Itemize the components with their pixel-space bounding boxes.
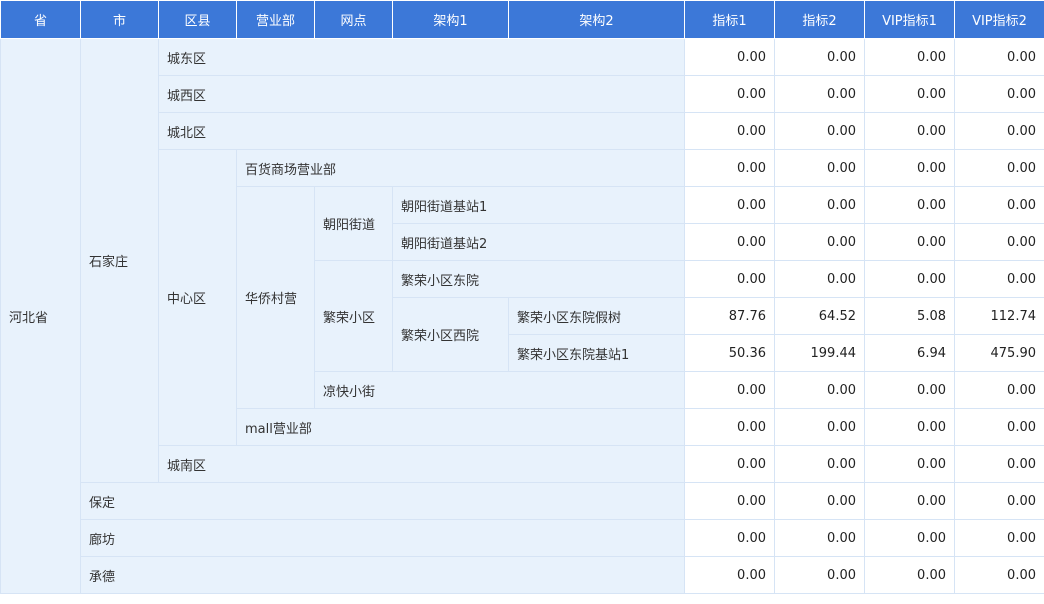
header-dept[interactable]: 营业部: [236, 0, 315, 39]
cell-vip-metric2: 0.00: [954, 371, 1044, 409]
cell-metric1: 0.00: [684, 38, 775, 76]
cell-metric2: 0.00: [774, 186, 865, 224]
cell-district-chengbei: 城北区: [158, 112, 685, 150]
cell-vip-metric1: 0.00: [864, 519, 955, 557]
cell-outlet-chaoyang: 朝阳街道: [314, 186, 393, 261]
cell-vip-metric1: 0.00: [864, 75, 955, 113]
cell-metric2: 0.00: [774, 482, 865, 520]
cell-outlet-fanrong: 繁荣小区: [314, 260, 393, 372]
cell-vip-metric2: 0.00: [954, 445, 1044, 483]
cell-metric2: 0.00: [774, 75, 865, 113]
cell-vip-metric2: 112.74: [954, 297, 1044, 335]
header-vip-metric1[interactable]: VIP指标1: [864, 0, 955, 39]
cell-metric2: 0.00: [774, 408, 865, 446]
cell-vip-metric2: 0.00: [954, 408, 1044, 446]
cell-metric1: 0.00: [684, 408, 775, 446]
cell-vip-metric1: 0.00: [864, 112, 955, 150]
cell-metric1: 50.36: [684, 334, 775, 372]
cell-metric1: 0.00: [684, 371, 775, 409]
cell-vip-metric2: 0.00: [954, 38, 1044, 76]
cell-vip-metric2: 0.00: [954, 260, 1044, 298]
cell-metric1: 0.00: [684, 519, 775, 557]
cell-metric2: 0.00: [774, 223, 865, 261]
header-province[interactable]: 省: [0, 0, 81, 39]
table-row: 保定 0.00 0.00 0.00 0.00: [1, 482, 1044, 520]
cell-district-chengxi: 城西区: [158, 75, 685, 113]
header-metric1[interactable]: 指标1: [684, 0, 775, 39]
cell-vip-metric2: 0.00: [954, 112, 1044, 150]
cell-vip-metric2: 475.90: [954, 334, 1044, 372]
header-arch2[interactable]: 架构2: [508, 0, 685, 39]
header-district[interactable]: 区县: [158, 0, 237, 39]
cell-arch1-fanrong-dong: 繁荣小区东院: [392, 260, 685, 298]
cell-vip-metric1: 0.00: [864, 408, 955, 446]
cell-arch2-jizhan1: 繁荣小区东院基站1: [508, 334, 685, 372]
cell-vip-metric2: 0.00: [954, 223, 1044, 261]
table-row: 廊坊 0.00 0.00 0.00 0.00: [1, 519, 1044, 557]
cell-vip-metric1: 0.00: [864, 186, 955, 224]
header-city[interactable]: 市: [80, 0, 159, 39]
cell-metric2: 0.00: [774, 38, 865, 76]
report-table: 省 市 区县 营业部 网点 架构1 架构2 指标1 指标2 VIP指标1 VIP…: [0, 0, 1044, 594]
cell-city-chengde: 承德: [80, 556, 685, 594]
cell-vip-metric2: 0.00: [954, 75, 1044, 113]
cell-vip-metric1: 0.00: [864, 149, 955, 187]
header-vip-metric2[interactable]: VIP指标2: [954, 0, 1044, 39]
cell-metric1: 0.00: [684, 149, 775, 187]
header-row: 省 市 区县 营业部 网点 架构1 架构2 指标1 指标2 VIP指标1 VIP…: [0, 0, 1044, 39]
cell-city-langfang: 廊坊: [80, 519, 685, 557]
cell-metric1: 0.00: [684, 482, 775, 520]
cell-metric2: 0.00: [774, 445, 865, 483]
cell-metric1: 0.00: [684, 75, 775, 113]
cell-metric1: 0.00: [684, 112, 775, 150]
cell-vip-metric1: 0.00: [864, 223, 955, 261]
cell-metric2: 0.00: [774, 112, 865, 150]
cell-metric1: 0.00: [684, 556, 775, 594]
cell-vip-metric1: 0.00: [864, 556, 955, 594]
cell-outlet-liangkuai: 凉快小街: [314, 371, 685, 409]
cell-vip-metric2: 0.00: [954, 556, 1044, 594]
cell-arch1-chaoyang-1: 朝阳街道基站1: [392, 186, 685, 224]
header-metric2[interactable]: 指标2: [774, 0, 865, 39]
header-outlet[interactable]: 网点: [314, 0, 393, 39]
cell-vip-metric1: 0.00: [864, 482, 955, 520]
cell-province-hebei: 河北省: [0, 38, 81, 594]
cell-vip-metric2: 0.00: [954, 149, 1044, 187]
cell-metric1: 0.00: [684, 445, 775, 483]
cell-vip-metric1: 0.00: [864, 371, 955, 409]
cell-vip-metric2: 0.00: [954, 482, 1044, 520]
cell-dept-baihuo: 百货商场营业部: [236, 149, 685, 187]
cell-vip-metric1: 0.00: [864, 38, 955, 76]
cell-metric2: 0.00: [774, 260, 865, 298]
header-arch1[interactable]: 架构1: [392, 0, 509, 39]
cell-district-zhongxin: 中心区: [158, 149, 237, 446]
cell-vip-metric1: 5.08: [864, 297, 955, 335]
cell-city-shijiazhuang: 石家庄: [80, 38, 159, 483]
cell-city-baoding: 保定: [80, 482, 685, 520]
cell-dept-mall: mall营业部: [236, 408, 685, 446]
table-row: 承德 0.00 0.00 0.00 0.00: [1, 556, 1044, 594]
cell-metric1: 87.76: [684, 297, 775, 335]
cell-arch1-fanrong-xi: 繁荣小区西院: [392, 297, 509, 372]
cell-district-chengnan: 城南区: [158, 445, 685, 483]
cell-metric2: 0.00: [774, 556, 865, 594]
cell-metric2: 0.00: [774, 519, 865, 557]
cell-vip-metric1: 0.00: [864, 260, 955, 298]
cell-vip-metric2: 0.00: [954, 186, 1044, 224]
cell-arch1-chaoyang-2: 朝阳街道基站2: [392, 223, 685, 261]
table-row: 河北省 石家庄 城东区 0.00 0.00 0.00 0.00: [0, 38, 1044, 594]
cell-metric2: 199.44: [774, 334, 865, 372]
cell-district-chengdong: 城东区: [158, 38, 685, 76]
cell-vip-metric1: 6.94: [864, 334, 955, 372]
cell-metric1: 0.00: [684, 260, 775, 298]
cell-dept-huaqiao: 华侨村营: [236, 186, 315, 409]
cell-arch2-jiashu: 繁荣小区东院假树: [508, 297, 685, 335]
cell-metric2: 64.52: [774, 297, 865, 335]
cell-vip-metric1: 0.00: [864, 445, 955, 483]
cell-vip-metric2: 0.00: [954, 519, 1044, 557]
cell-metric1: 0.00: [684, 223, 775, 261]
cell-metric2: 0.00: [774, 149, 865, 187]
cell-metric2: 0.00: [774, 371, 865, 409]
cell-metric1: 0.00: [684, 186, 775, 224]
